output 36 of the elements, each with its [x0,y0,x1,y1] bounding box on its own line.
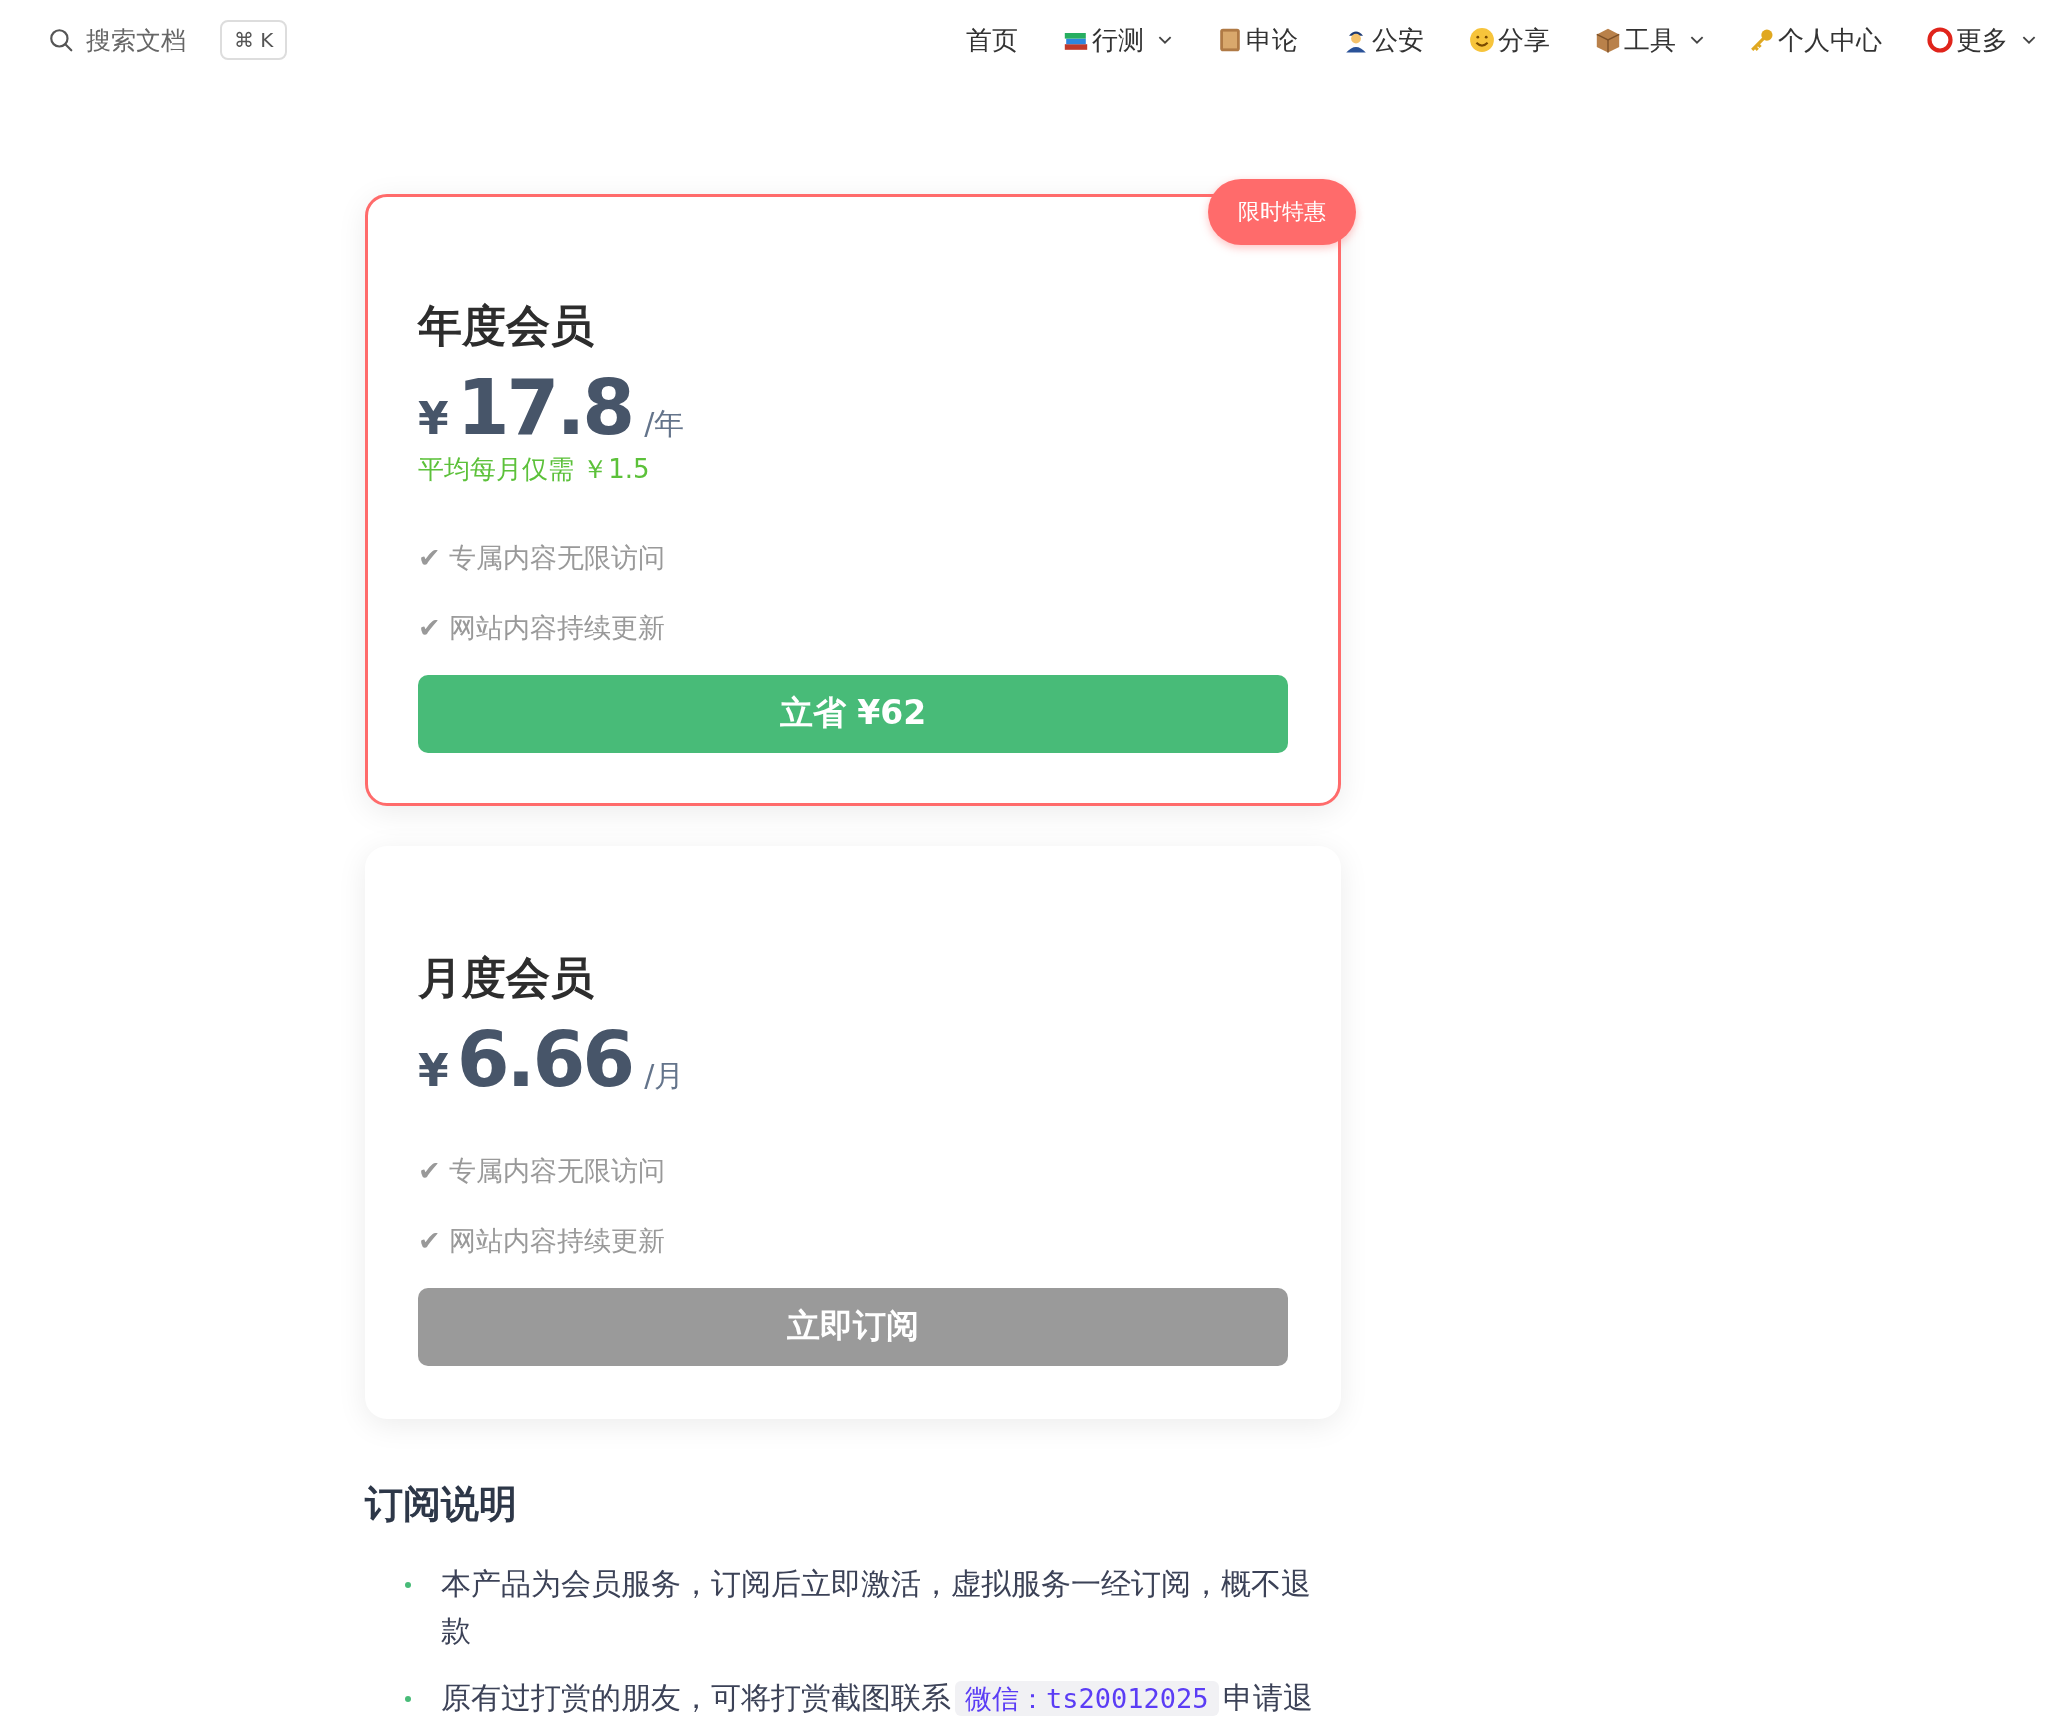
nav-link[interactable]: 首页 [966,22,1018,58]
nav-link[interactable]: 行测 [1062,22,1172,58]
promo-badge: 限时特惠 [1208,179,1356,245]
nav-link[interactable]: 申论 [1216,22,1298,58]
note-text: 原有过打赏的朋友，可将打赏截图联系 微信：ts20012025 申请退 [441,1678,1314,1718]
feature-item: ✔ 网站内容持续更新 [418,610,667,645]
chevron-down-icon [1690,35,1704,45]
price-amount: 17.8 [456,368,633,448]
feature-item: ✔ 网站内容持续更新 [418,1223,667,1258]
nav-link[interactable]: 个人中心 [1748,22,1882,58]
chevron-down-icon [1158,35,1172,45]
shortcut-key: ⌘ K [220,20,288,60]
bullet-dot [405,1695,411,1702]
smiley-icon [1468,26,1496,54]
nav-link[interactable]: 工具 [1594,22,1704,58]
plan-title: 月度会员 [418,950,595,1005]
price-period: /年 [644,405,685,443]
nav-link[interactable]: 公安 [1342,22,1424,58]
search-icon[interactable] [48,27,74,53]
feature-item: ✔ 专属内容无限访问 [418,1153,667,1188]
plan-title: 年度会员 [418,299,595,353]
currency-symbol: ¥ [418,393,449,444]
search-field[interactable]: 搜索文档 [86,23,186,57]
feature-item: ✔ 专属内容无限访问 [418,540,667,575]
price-amount: 6.66 [456,1019,633,1100]
section-heading: 订阅说明 [365,1480,518,1528]
price-period: /月 [644,1056,685,1095]
monthly-price-note: 平均每月仅需 ￥1.5 [418,452,651,486]
ring-icon [1926,26,1954,54]
box-icon [1594,26,1622,54]
currency-symbol: ¥ [418,1044,449,1096]
nav-link[interactable]: 分享 [1468,22,1550,58]
note-text: 本产品为会员服务，订阅后立即激活，虚拟服务一经订阅，概不退款 [441,1564,1312,1650]
bullet-dot [405,1581,411,1588]
chevron-down-icon [2022,35,2036,45]
nav-link[interactable]: 更多 [1926,22,2036,58]
